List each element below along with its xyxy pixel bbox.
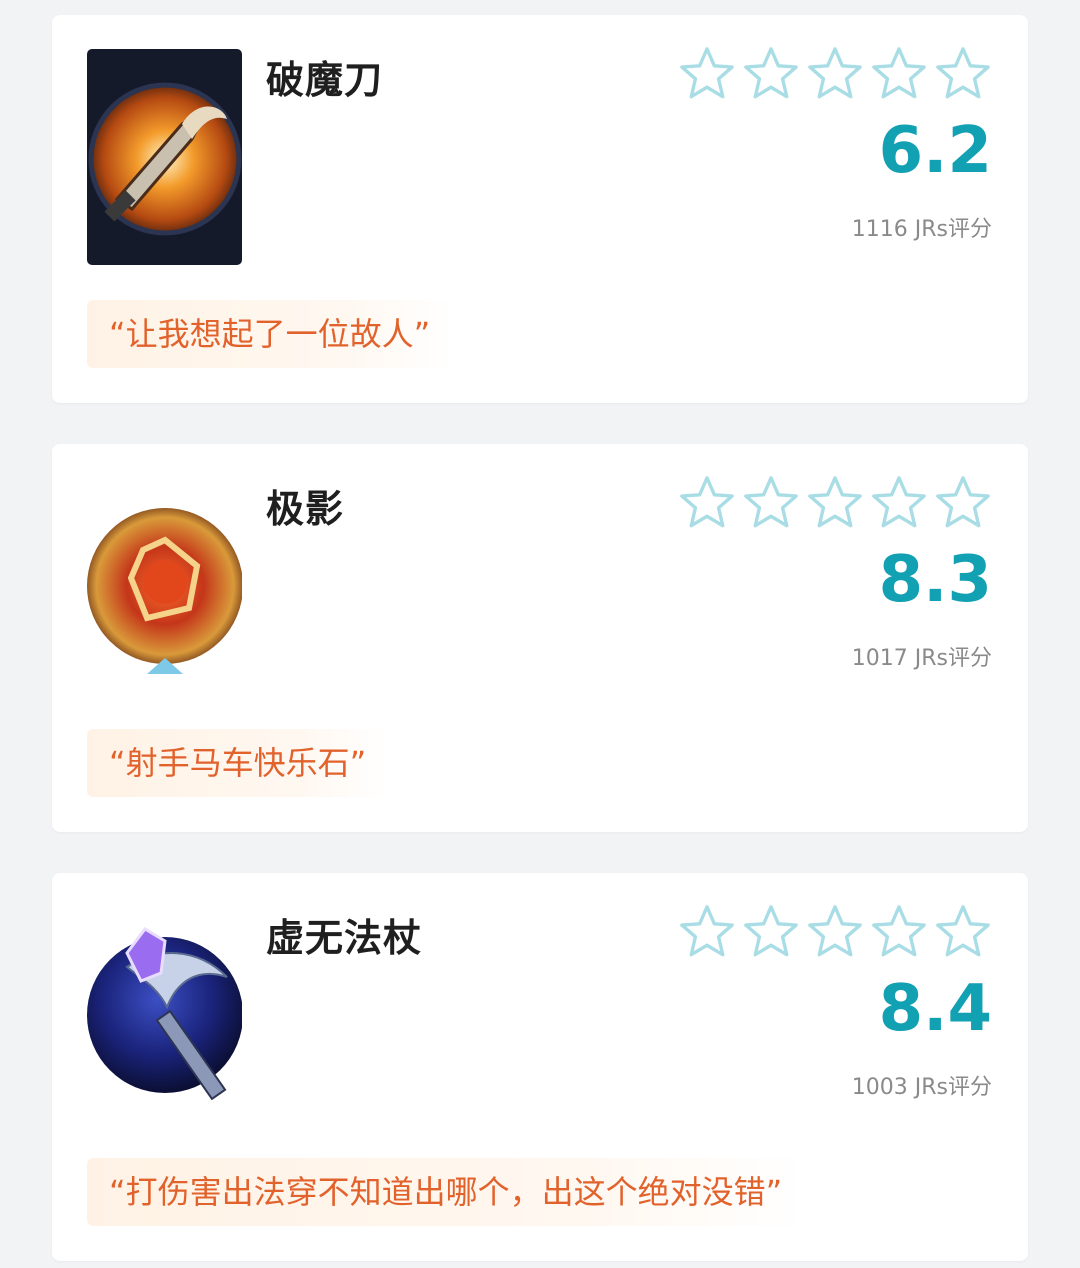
star-icon[interactable] [678,903,736,961]
top-comment[interactable]: “让我想起了一位故人” [87,300,455,368]
top-comment[interactable]: “打伤害出法穿不知道出哪个，出这个绝对没错” [87,1158,807,1226]
average-score: 8.3 [878,543,992,617]
star-icon[interactable] [806,903,864,961]
item-card[interactable]: 虚无法杖 8.4 1003 JRs评分 “打伤害出法穿不知道出哪个，出这个绝对没… [52,873,1028,1261]
item-card[interactable]: 极影 8.3 1017 JRs评分 “射手马车快乐石” [52,444,1028,832]
average-score: 8.4 [878,972,992,1046]
top-comment[interactable]: “射手马车快乐石” [87,729,391,797]
rating-stars[interactable] [678,903,992,961]
star-icon[interactable] [678,45,736,103]
star-icon[interactable] [806,474,864,532]
star-icon[interactable] [870,45,928,103]
item-name: 破魔刀 [266,58,384,102]
item-card[interactable]: 破魔刀 6.2 1116 JRs评分 “让我想起了一位故人” [52,15,1028,403]
star-icon[interactable] [742,45,800,103]
void-staff-item-icon [87,907,242,1123]
rating-count: 1017 JRs评分 [851,646,992,671]
star-icon[interactable] [806,45,864,103]
star-icon[interactable] [934,474,992,532]
rating-stars[interactable] [678,474,992,532]
rating-count: 1003 JRs评分 [851,1075,992,1100]
broadsword-item-icon [87,49,242,265]
rating-stars[interactable] [678,45,992,103]
star-icon[interactable] [870,903,928,961]
star-icon[interactable] [742,474,800,532]
star-icon[interactable] [934,903,992,961]
star-icon[interactable] [870,474,928,532]
star-icon[interactable] [678,474,736,532]
item-name: 虚无法杖 [266,916,423,960]
star-icon[interactable] [742,903,800,961]
average-score: 6.2 [878,114,992,188]
item-name: 极影 [266,487,345,531]
shadow-orb-item-icon [87,478,242,694]
star-icon[interactable] [934,45,992,103]
rating-count: 1116 JRs评分 [851,217,992,242]
